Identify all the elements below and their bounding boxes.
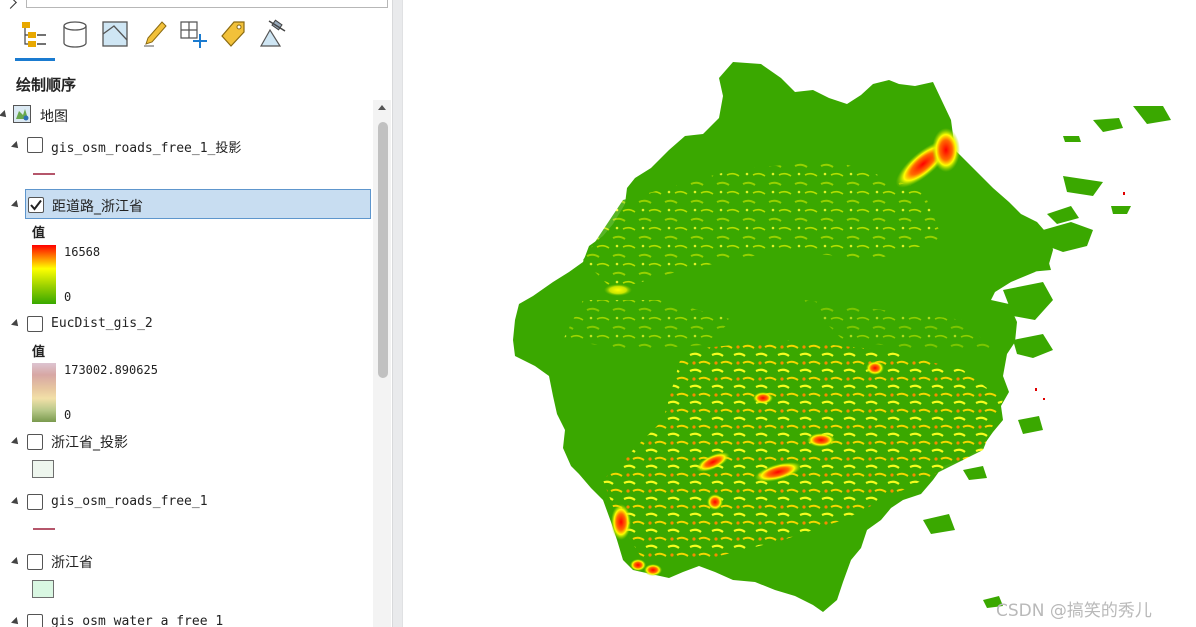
- expand-arrow-icon[interactable]: [11, 200, 21, 210]
- expand-arrow-icon[interactable]: [11, 437, 21, 447]
- list-by-source-icon[interactable]: [60, 18, 90, 50]
- layer-tree: 地图 gis_osm_roads_free_1_投影 距道路_浙江省 值 165…: [0, 100, 392, 627]
- expand-arrow-icon[interactable]: [11, 141, 21, 151]
- layer-label[interactable]: 距道路_浙江省: [52, 196, 143, 216]
- layer-label[interactable]: gis_osm_roads_free_1: [51, 494, 208, 509]
- search-input[interactable]: [26, 0, 388, 8]
- legend-title: 值: [32, 345, 46, 360]
- color-ramp-swatch: [32, 363, 56, 422]
- layer-visibility-checkbox[interactable]: [27, 316, 43, 332]
- layer-label[interactable]: gis_osm_water_a_free_1: [51, 614, 223, 627]
- line-symbol: [33, 528, 55, 530]
- line-symbol: [33, 173, 55, 175]
- legend-title: 值: [32, 226, 46, 241]
- check-mark-icon: [30, 199, 42, 211]
- contents-pane: 绘制顺序 地图 gis_osm_roads_free_1_投影 距道路_浙江省 …: [0, 0, 392, 627]
- scroll-up-arrow-icon[interactable]: [378, 105, 386, 110]
- layer-visibility-checkbox[interactable]: [28, 197, 44, 213]
- list-by-selection-icon[interactable]: [100, 18, 130, 50]
- layer-visibility-checkbox[interactable]: [27, 554, 43, 570]
- expand-arrow-icon[interactable]: [11, 497, 21, 507]
- polygon-symbol: [32, 460, 54, 478]
- watermark: CSDN @搞笑的秀儿: [996, 601, 1152, 621]
- panel-title: 绘制顺序: [16, 76, 77, 94]
- legend-min-value: 0: [64, 290, 72, 304]
- collapse-arrow-icon[interactable]: [4, 0, 17, 9]
- polygon-symbol: [32, 580, 54, 598]
- expand-arrow-icon[interactable]: [11, 617, 21, 627]
- list-by-labeling-icon[interactable]: [218, 18, 248, 50]
- list-by-perspective-imagery-icon[interactable]: [258, 18, 288, 50]
- scrollbar-thumb[interactable]: [378, 122, 388, 378]
- list-by-editing-icon[interactable]: [140, 18, 170, 50]
- color-ramp-swatch: [32, 245, 56, 304]
- list-by-drawing-order-icon[interactable]: [18, 18, 48, 50]
- expand-arrow-icon[interactable]: [11, 319, 21, 329]
- layer-label[interactable]: gis_osm_roads_free_1_投影: [51, 137, 241, 156]
- layer-label[interactable]: EucDist_gis_2: [51, 316, 153, 331]
- map-icon: [13, 105, 31, 123]
- map-root-label[interactable]: 地图: [40, 106, 68, 126]
- layer-visibility-checkbox[interactable]: [27, 494, 43, 510]
- layer-label[interactable]: 浙江省: [51, 552, 93, 572]
- legend-min-value: 0: [64, 408, 72, 422]
- legend-max-value: 173002.890625: [64, 363, 158, 377]
- legend-max-value: 16568: [64, 245, 101, 259]
- list-by-snapping-icon[interactable]: [178, 18, 208, 50]
- map-view[interactable]: [403, 0, 1196, 627]
- expand-arrow-icon[interactable]: [11, 557, 21, 567]
- distance-raster-map: [513, 62, 1171, 612]
- layer-visibility-checkbox[interactable]: [27, 434, 43, 450]
- layer-label[interactable]: 浙江省_投影: [51, 432, 128, 452]
- pane-splitter[interactable]: [392, 0, 403, 627]
- layer-visibility-checkbox[interactable]: [27, 614, 43, 627]
- expand-arrow-icon[interactable]: [0, 110, 9, 120]
- layer-visibility-checkbox[interactable]: [27, 137, 43, 153]
- active-tab-indicator: [15, 58, 55, 61]
